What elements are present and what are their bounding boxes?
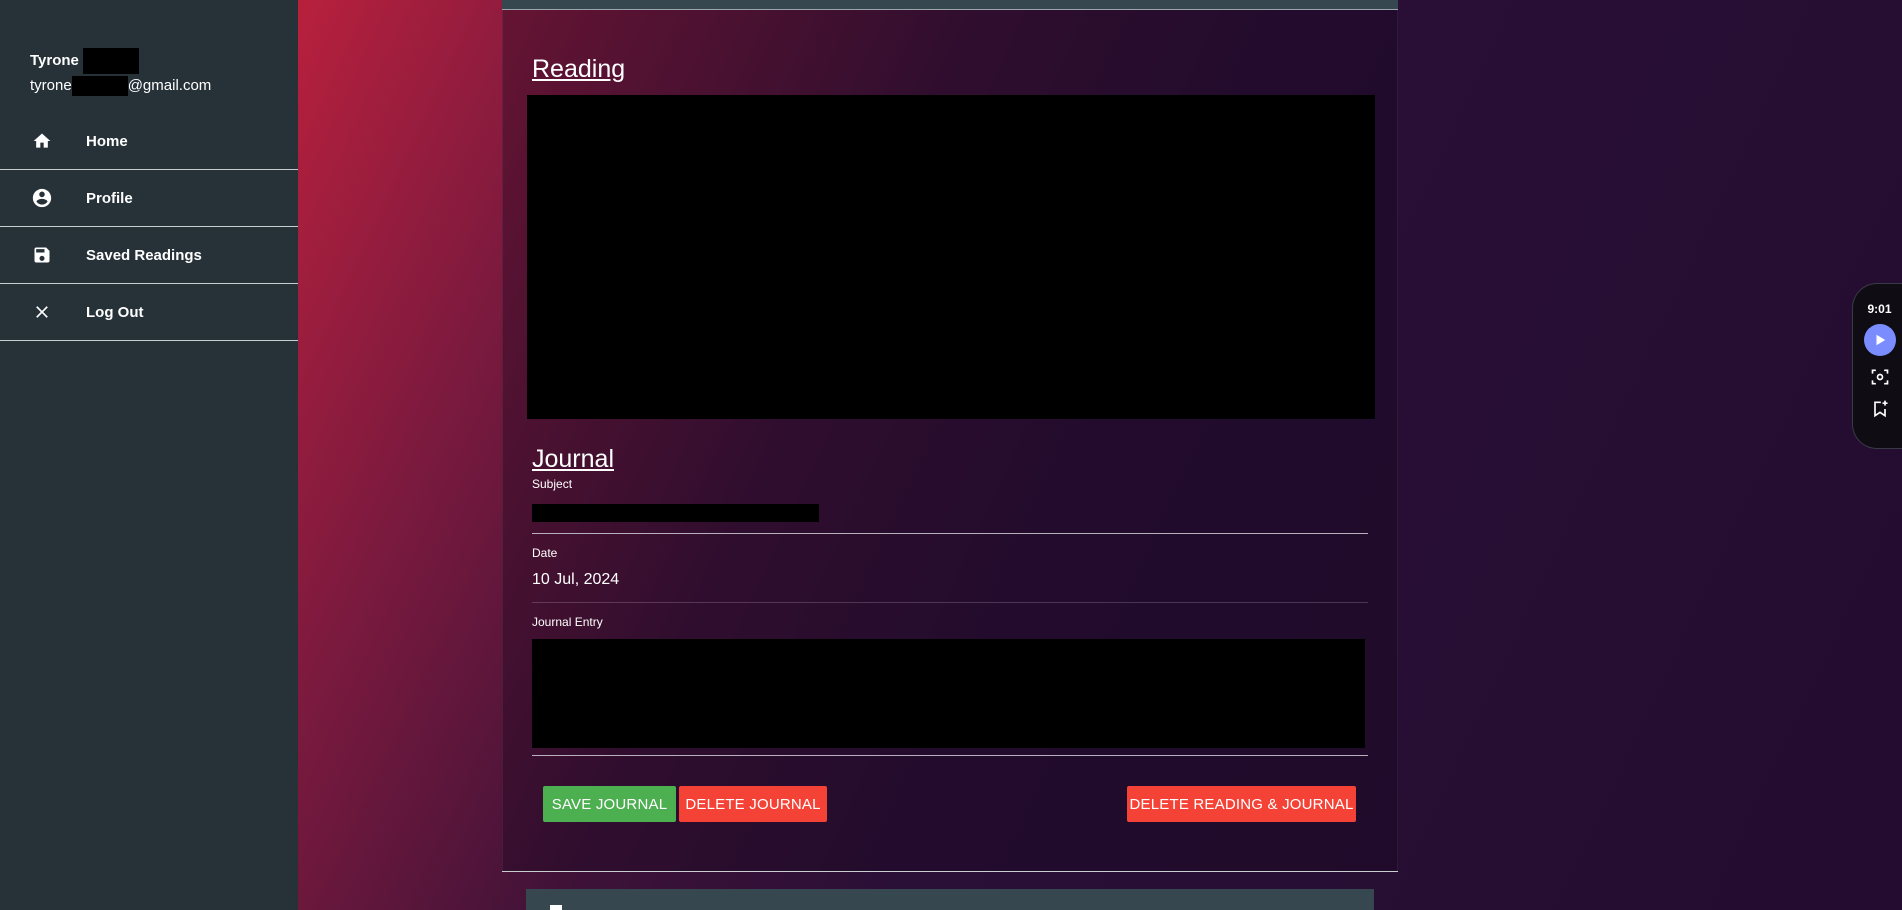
card-divider — [502, 871, 1398, 872]
email-prefix: tyrone — [30, 77, 72, 94]
user-name: Tyrone — [30, 52, 79, 69]
sidebar-item-label: Log Out — [86, 303, 144, 321]
sidebar-item-profile[interactable]: Profile — [0, 170, 298, 227]
redacted-block — [82, 48, 139, 74]
sidebar-nav: Home Profile Saved Readings Log Out — [0, 113, 298, 341]
account-circle-icon — [30, 186, 54, 210]
journal-entry-label: Journal Entry — [532, 615, 603, 629]
home-icon — [30, 129, 54, 153]
subject-label: Subject — [532, 477, 573, 491]
sidebar-item-label: Saved Readings — [86, 246, 202, 264]
reading-title: Reading — [532, 55, 626, 83]
reading-content-redacted — [527, 95, 1375, 419]
play-icon — [1876, 334, 1885, 346]
sidebar-item-saved-readings[interactable]: Saved Readings — [0, 227, 298, 284]
reading-icon — [550, 905, 562, 910]
user-email: tyrone @gmail.com — [30, 74, 211, 98]
user-info: Tyrone tyrone @gmail.com — [30, 48, 211, 98]
save-journal-button[interactable]: SAVE JOURNAL — [543, 786, 676, 822]
subject-input[interactable] — [532, 504, 819, 522]
timer-display: 9:01 — [1867, 302, 1892, 316]
screenshot-icon — [1871, 369, 1888, 385]
card-top-bar — [502, 0, 1398, 10]
email-suffix: @gmail.com — [127, 77, 212, 94]
date-label: Date — [532, 546, 558, 560]
journal-entry-textarea[interactable] — [532, 639, 1365, 748]
date-underline — [532, 602, 1368, 603]
sidebar-item-label: Home — [86, 132, 128, 150]
sidebar: Tyrone tyrone @gmail.com Home Profile Sa… — [0, 0, 298, 910]
redacted-block — [71, 76, 128, 96]
user-name-row: Tyrone — [30, 48, 211, 74]
close-icon — [30, 300, 54, 324]
next-reading-row[interactable] — [526, 889, 1374, 910]
sidebar-item-home[interactable]: Home — [0, 113, 298, 170]
subject-underline — [532, 533, 1368, 534]
bookmark-add-button[interactable] — [1869, 398, 1891, 420]
delete-reading-journal-button[interactable]: DELETE READING & JOURNAL — [1127, 786, 1356, 822]
sidebar-item-label: Profile — [86, 189, 133, 207]
date-field[interactable]: 10 Jul, 2024 — [532, 571, 619, 589]
entry-underline — [532, 755, 1368, 756]
bookmark-add-icon — [1873, 400, 1887, 418]
floating-recorder-widget: 9:01 — [1852, 283, 1902, 449]
screenshot-button[interactable] — [1869, 366, 1891, 388]
journal-title: Journal — [532, 445, 614, 473]
sidebar-item-log-out[interactable]: Log Out — [0, 284, 298, 341]
delete-journal-button[interactable]: DELETE JOURNAL — [679, 786, 827, 822]
save-icon — [30, 243, 54, 267]
play-button[interactable] — [1863, 324, 1896, 356]
